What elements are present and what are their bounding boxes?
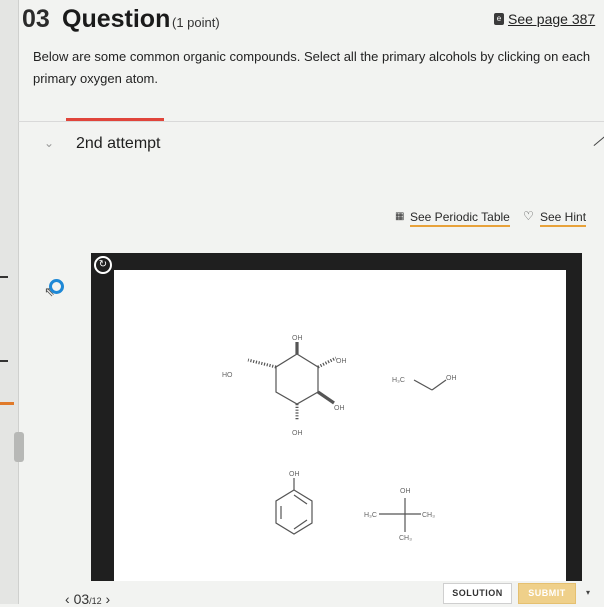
strip-accent	[0, 402, 14, 405]
ethanol-h3c: H₃C	[392, 377, 405, 384]
solution-button[interactable]: SOLUTION	[443, 583, 512, 604]
ring-right-oh-lower[interactable]: OH	[334, 405, 345, 412]
question-prompt: Below are some common organic compounds.…	[33, 49, 591, 86]
strip-marker	[0, 360, 8, 362]
periodic-table-icon: ▦	[395, 211, 405, 222]
current-question-number: 03	[73, 591, 90, 607]
divider	[18, 121, 604, 122]
prev-question-button[interactable]: ‹	[65, 591, 70, 607]
submit-button[interactable]: SUBMIT	[518, 583, 576, 604]
right-hashed-bond	[317, 356, 337, 369]
molecule-canvas: OH OH OH HO OH H₃C OH OH OH H₃C CH₃ CH₃	[114, 270, 566, 581]
question-title: Question	[62, 5, 171, 33]
attempt-tab-indicator	[66, 118, 164, 121]
mouse-cursor-icon: ⇖	[44, 284, 55, 299]
tbutanol-h3c: H₃C	[364, 512, 377, 519]
attempt-label[interactable]: 2nd attempt	[76, 135, 161, 153]
see-periodic-table-link[interactable]: See Periodic Table	[410, 210, 510, 227]
ring-top-oh[interactable]: OH	[292, 335, 303, 342]
see-hint-link[interactable]: See Hint	[540, 210, 587, 227]
ebook-icon: e	[494, 13, 504, 25]
question-pager: ‹ 03/12 ›	[65, 591, 110, 607]
reset-icon[interactable]: ↻	[94, 256, 112, 274]
question-number: 03	[22, 5, 50, 33]
left-hashed-bond	[247, 358, 277, 369]
ring-bottom-oh[interactable]: OH	[292, 430, 303, 437]
next-question-button[interactable]: ›	[106, 591, 111, 607]
ethanol-bond	[431, 379, 447, 391]
molecule-drawing: OH OH OH HO OH H₃C OH OH OH H₃C CH₃ CH₃	[222, 335, 457, 542]
ethanol-bond	[413, 379, 433, 391]
tbutanol-ch3-bottom: CH₃	[399, 535, 412, 542]
corner-decoration	[593, 134, 604, 147]
hint-icon: ♡	[523, 209, 534, 223]
strip-marker	[0, 276, 8, 278]
cyclohexane-ring	[275, 353, 319, 405]
tbutanol-ch3-right: CH₃	[422, 512, 435, 519]
ring-right-oh-upper[interactable]: OH	[336, 358, 347, 365]
question-points: (1 point)	[172, 15, 220, 30]
chevron-down-icon: ▾	[586, 588, 591, 597]
phenol-oh[interactable]: OH	[289, 471, 300, 478]
chevron-down-icon[interactable]: ⌄	[44, 136, 54, 150]
ethanol-oh[interactable]: OH	[446, 375, 457, 382]
see-page-link[interactable]: See page 387	[508, 11, 595, 27]
tbutanol-oh[interactable]: OH	[400, 488, 411, 495]
question-total: /12	[89, 596, 102, 606]
left-sidebar-strip	[0, 0, 24, 604]
right-wedge-bond	[317, 390, 335, 405]
sidebar-scrollbar[interactable]	[14, 432, 24, 462]
ring-left-ho[interactable]: HO	[222, 372, 233, 379]
